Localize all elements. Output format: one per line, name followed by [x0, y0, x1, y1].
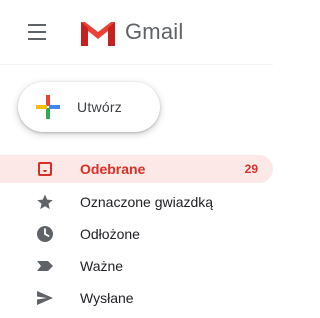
nav-item-label: Odebrane: [80, 161, 146, 177]
compose-label: Utwórz: [77, 99, 123, 115]
nav-item-label: Ważne: [80, 258, 124, 274]
nav-item-snoozed[interactable]: Odłożone: [0, 220, 273, 247]
app-name: Gmail: [125, 19, 184, 44]
compose-button[interactable]: Utwórz: [18, 82, 160, 132]
nav-item-inbox[interactable]: Odebrane 29: [0, 155, 273, 183]
inbox-icon: [38, 162, 52, 176]
colorful-plus-icon: [36, 95, 60, 119]
nav-item-label: Oznaczone gwiazdką: [80, 194, 214, 210]
header-divider: [0, 64, 273, 65]
gmail-app: Gmail Utwórz Odebrane 29 Oznaczone gwiaz…: [0, 0, 273, 318]
gmail-m-logo-icon: [81, 22, 115, 46]
gmail-logo[interactable]: [78, 18, 118, 48]
nav-item-important[interactable]: Ważne: [0, 252, 273, 279]
folder-nav: Odebrane 29 Oznaczone gwiazdką Odłożone …: [0, 155, 273, 316]
nav-item-sent[interactable]: Wysłane: [0, 284, 273, 311]
nav-item-label: Odłożone: [80, 226, 140, 242]
nav-item-starred[interactable]: Oznaczone gwiazdką: [0, 188, 273, 215]
important-label-icon: [37, 261, 53, 271]
top-bar: Gmail: [0, 0, 273, 60]
nav-item-label: Wysłane: [80, 290, 134, 306]
unread-count: 29: [244, 162, 258, 176]
clock-icon: [37, 226, 53, 242]
main-menu-button[interactable]: [26, 20, 54, 44]
hamburger-menu-icon: [28, 24, 46, 40]
star-icon: [37, 194, 53, 210]
send-icon: [37, 291, 53, 305]
